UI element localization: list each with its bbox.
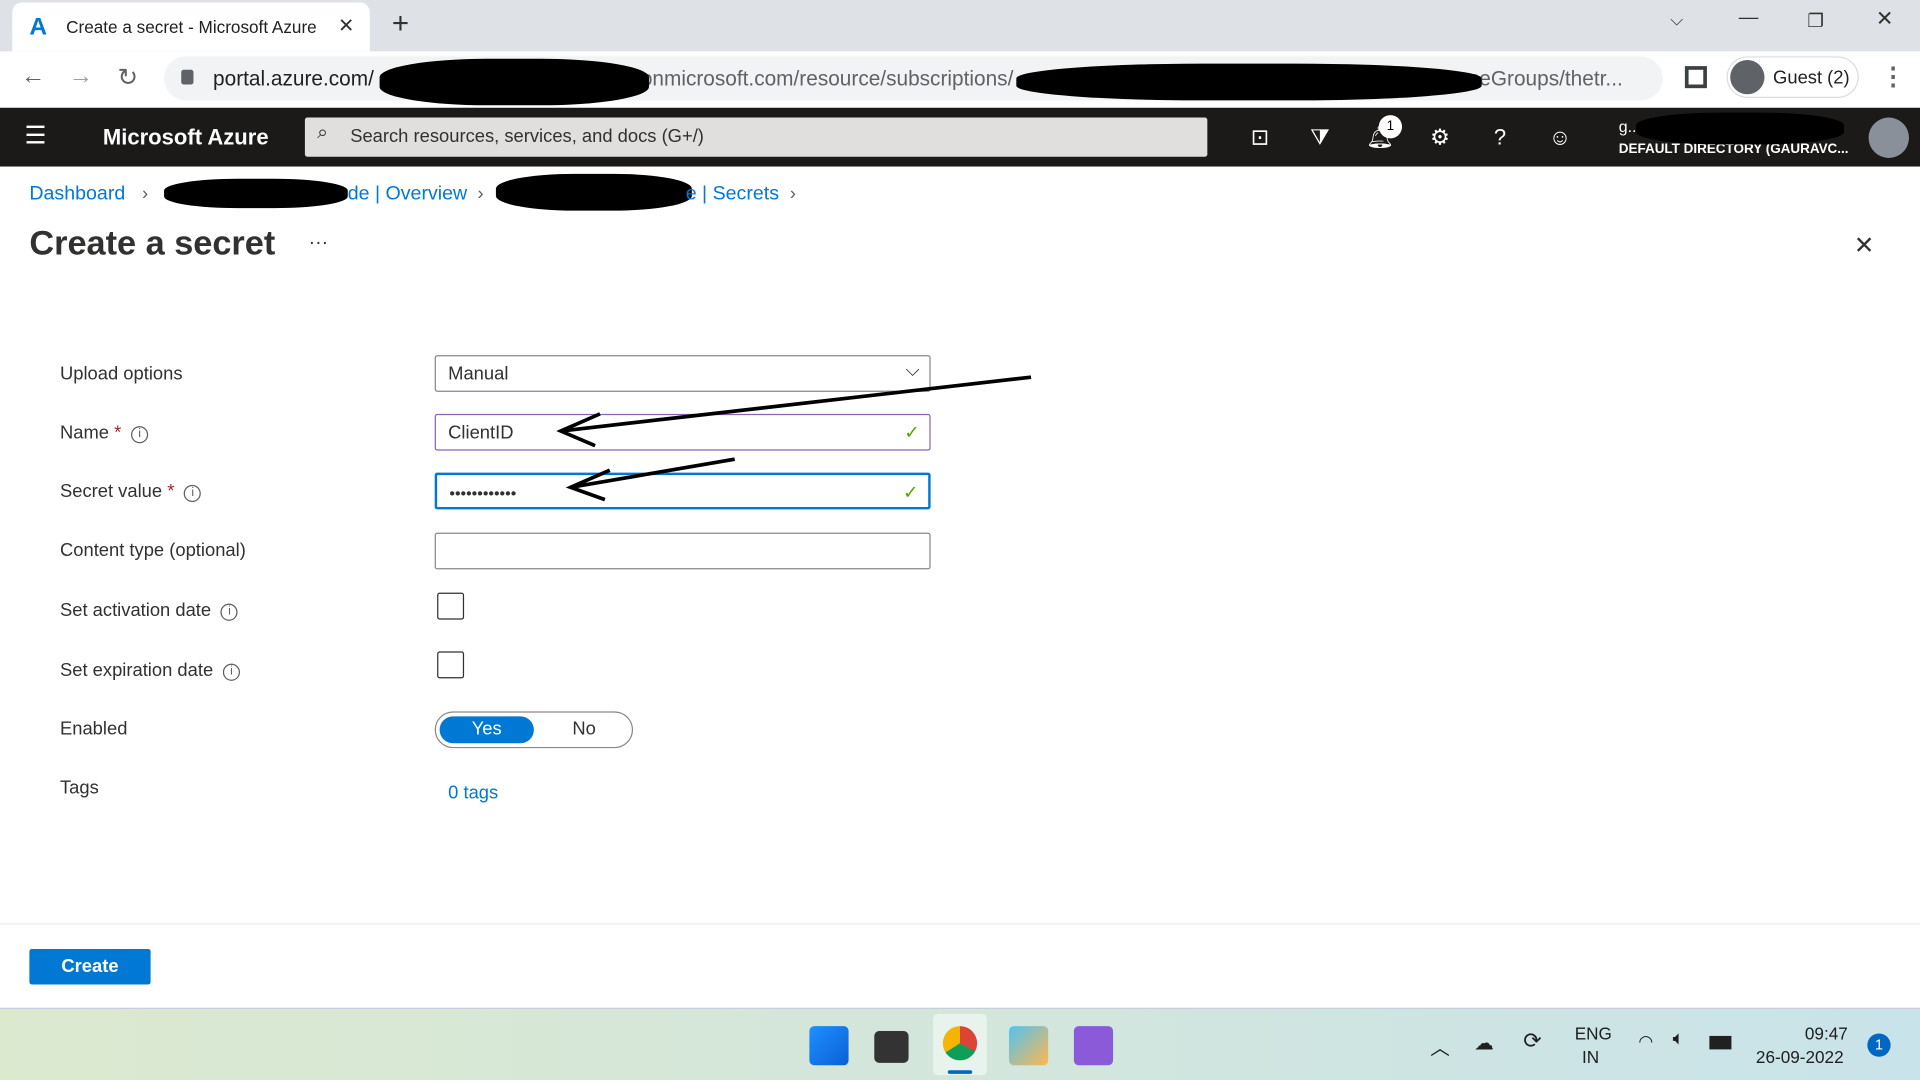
notification-center-badge[interactable]: 1 [1867, 1033, 1891, 1057]
annotation-arrow [565, 457, 736, 502]
sync-icon[interactable]: ⟳ [1523, 1029, 1541, 1055]
paint-icon[interactable] [1008, 1026, 1049, 1066]
visual-studio-icon[interactable] [1073, 1026, 1114, 1066]
create-button[interactable]: Create [29, 948, 151, 985]
chrome-taskbar-button[interactable] [933, 1013, 987, 1076]
task-view-icon[interactable] [874, 1031, 909, 1063]
clock-time[interactable]: 09:47 [1805, 1024, 1848, 1044]
language-indicator[interactable]: ENG [1575, 1024, 1612, 1044]
wifi-icon[interactable]: ◠ [1638, 1031, 1653, 1052]
chevron-up-icon[interactable]: ︿ [1430, 1031, 1450, 1060]
volume-icon[interactable]: 🔈︎ [1673, 1029, 1685, 1051]
region-indicator[interactable]: IN [1582, 1047, 1599, 1067]
annotation-arrows [556, 375, 1032, 502]
divider [0, 923, 1920, 925]
onedrive-icon[interactable]: ☁ [1474, 1031, 1494, 1055]
active-indicator [947, 1070, 973, 1074]
chrome-icon [942, 1026, 978, 1061]
taskbar: ︿ ☁ ⟳ ENG IN ◠ 🔈︎ 09:47 26-09-2022 1 [0, 1007, 1920, 1080]
start-icon[interactable] [809, 1026, 849, 1066]
annotation-arrow [556, 375, 1032, 448]
battery-icon[interactable] [1709, 1035, 1732, 1050]
clock-date[interactable]: 26-09-2022 [1756, 1047, 1844, 1067]
